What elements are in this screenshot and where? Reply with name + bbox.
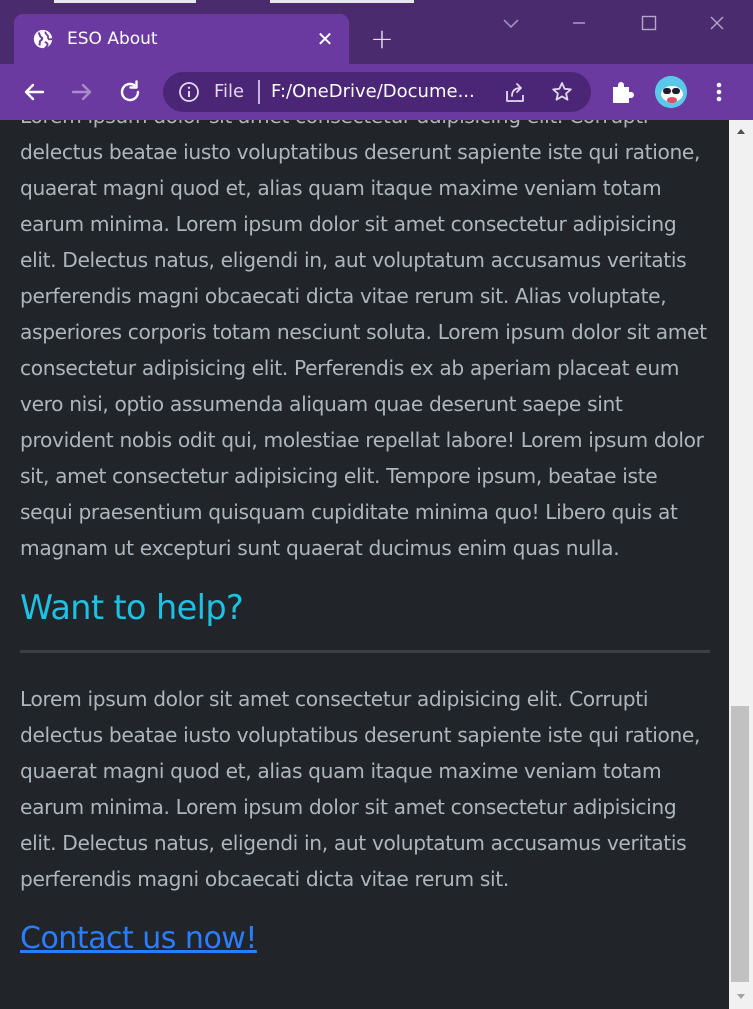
help-paragraph: Lorem ipsum dolor sit amet consectetur a… xyxy=(20,687,701,891)
tab-title: ESO About xyxy=(67,29,158,49)
maximize-icon[interactable] xyxy=(634,8,664,38)
globe-icon xyxy=(33,29,53,49)
contact-link[interactable]: Contact us now! xyxy=(20,919,257,959)
back-arrow-icon[interactable] xyxy=(18,76,50,108)
tab-strip-highlight xyxy=(270,0,414,3)
close-icon[interactable] xyxy=(702,8,732,38)
info-icon[interactable] xyxy=(178,81,200,103)
star-icon[interactable] xyxy=(550,80,574,104)
scroll-up-arrow-icon[interactable] xyxy=(729,122,753,140)
new-tab-button[interactable]: + xyxy=(366,24,398,56)
profile-avatar-icon xyxy=(655,76,687,108)
url-scheme-label: File xyxy=(214,81,245,102)
tab-strip-highlight xyxy=(54,0,196,3)
tab-close-icon[interactable]: ✕ xyxy=(312,26,338,52)
browser-toolbar: File F:/OneDrive/Docume... xyxy=(0,64,753,120)
forward-arrow-icon[interactable] xyxy=(66,76,98,108)
tab-eso-about[interactable]: ESO About ✕ xyxy=(14,14,349,64)
reload-icon[interactable] xyxy=(114,76,146,108)
address-bar[interactable]: File F:/OneDrive/Docume... xyxy=(163,72,591,112)
title-bar: ESO About ✕ + xyxy=(0,0,753,64)
avatar[interactable] xyxy=(655,76,687,108)
intro-paragraph: Lorem ipsum dolor sit amet consectetur a… xyxy=(20,120,707,560)
url-separator xyxy=(258,80,260,104)
vertical-scrollbar[interactable] xyxy=(729,120,753,1009)
divider xyxy=(20,650,710,653)
chevron-down-icon[interactable] xyxy=(496,8,526,38)
minimize-icon[interactable] xyxy=(564,8,594,38)
scrollbar-thumb[interactable] xyxy=(731,706,749,982)
kebab-menu-icon[interactable] xyxy=(706,78,732,106)
page-viewport: Lorem ipsum dolor sit amet consectetur a… xyxy=(0,120,729,1009)
share-icon[interactable] xyxy=(503,81,527,105)
scroll-down-arrow-icon[interactable] xyxy=(729,988,753,1006)
page-content: Lorem ipsum dolor sit amet consectetur a… xyxy=(20,120,710,959)
puzzle-icon[interactable] xyxy=(608,78,636,106)
help-heading: Want to help? xyxy=(20,588,244,627)
